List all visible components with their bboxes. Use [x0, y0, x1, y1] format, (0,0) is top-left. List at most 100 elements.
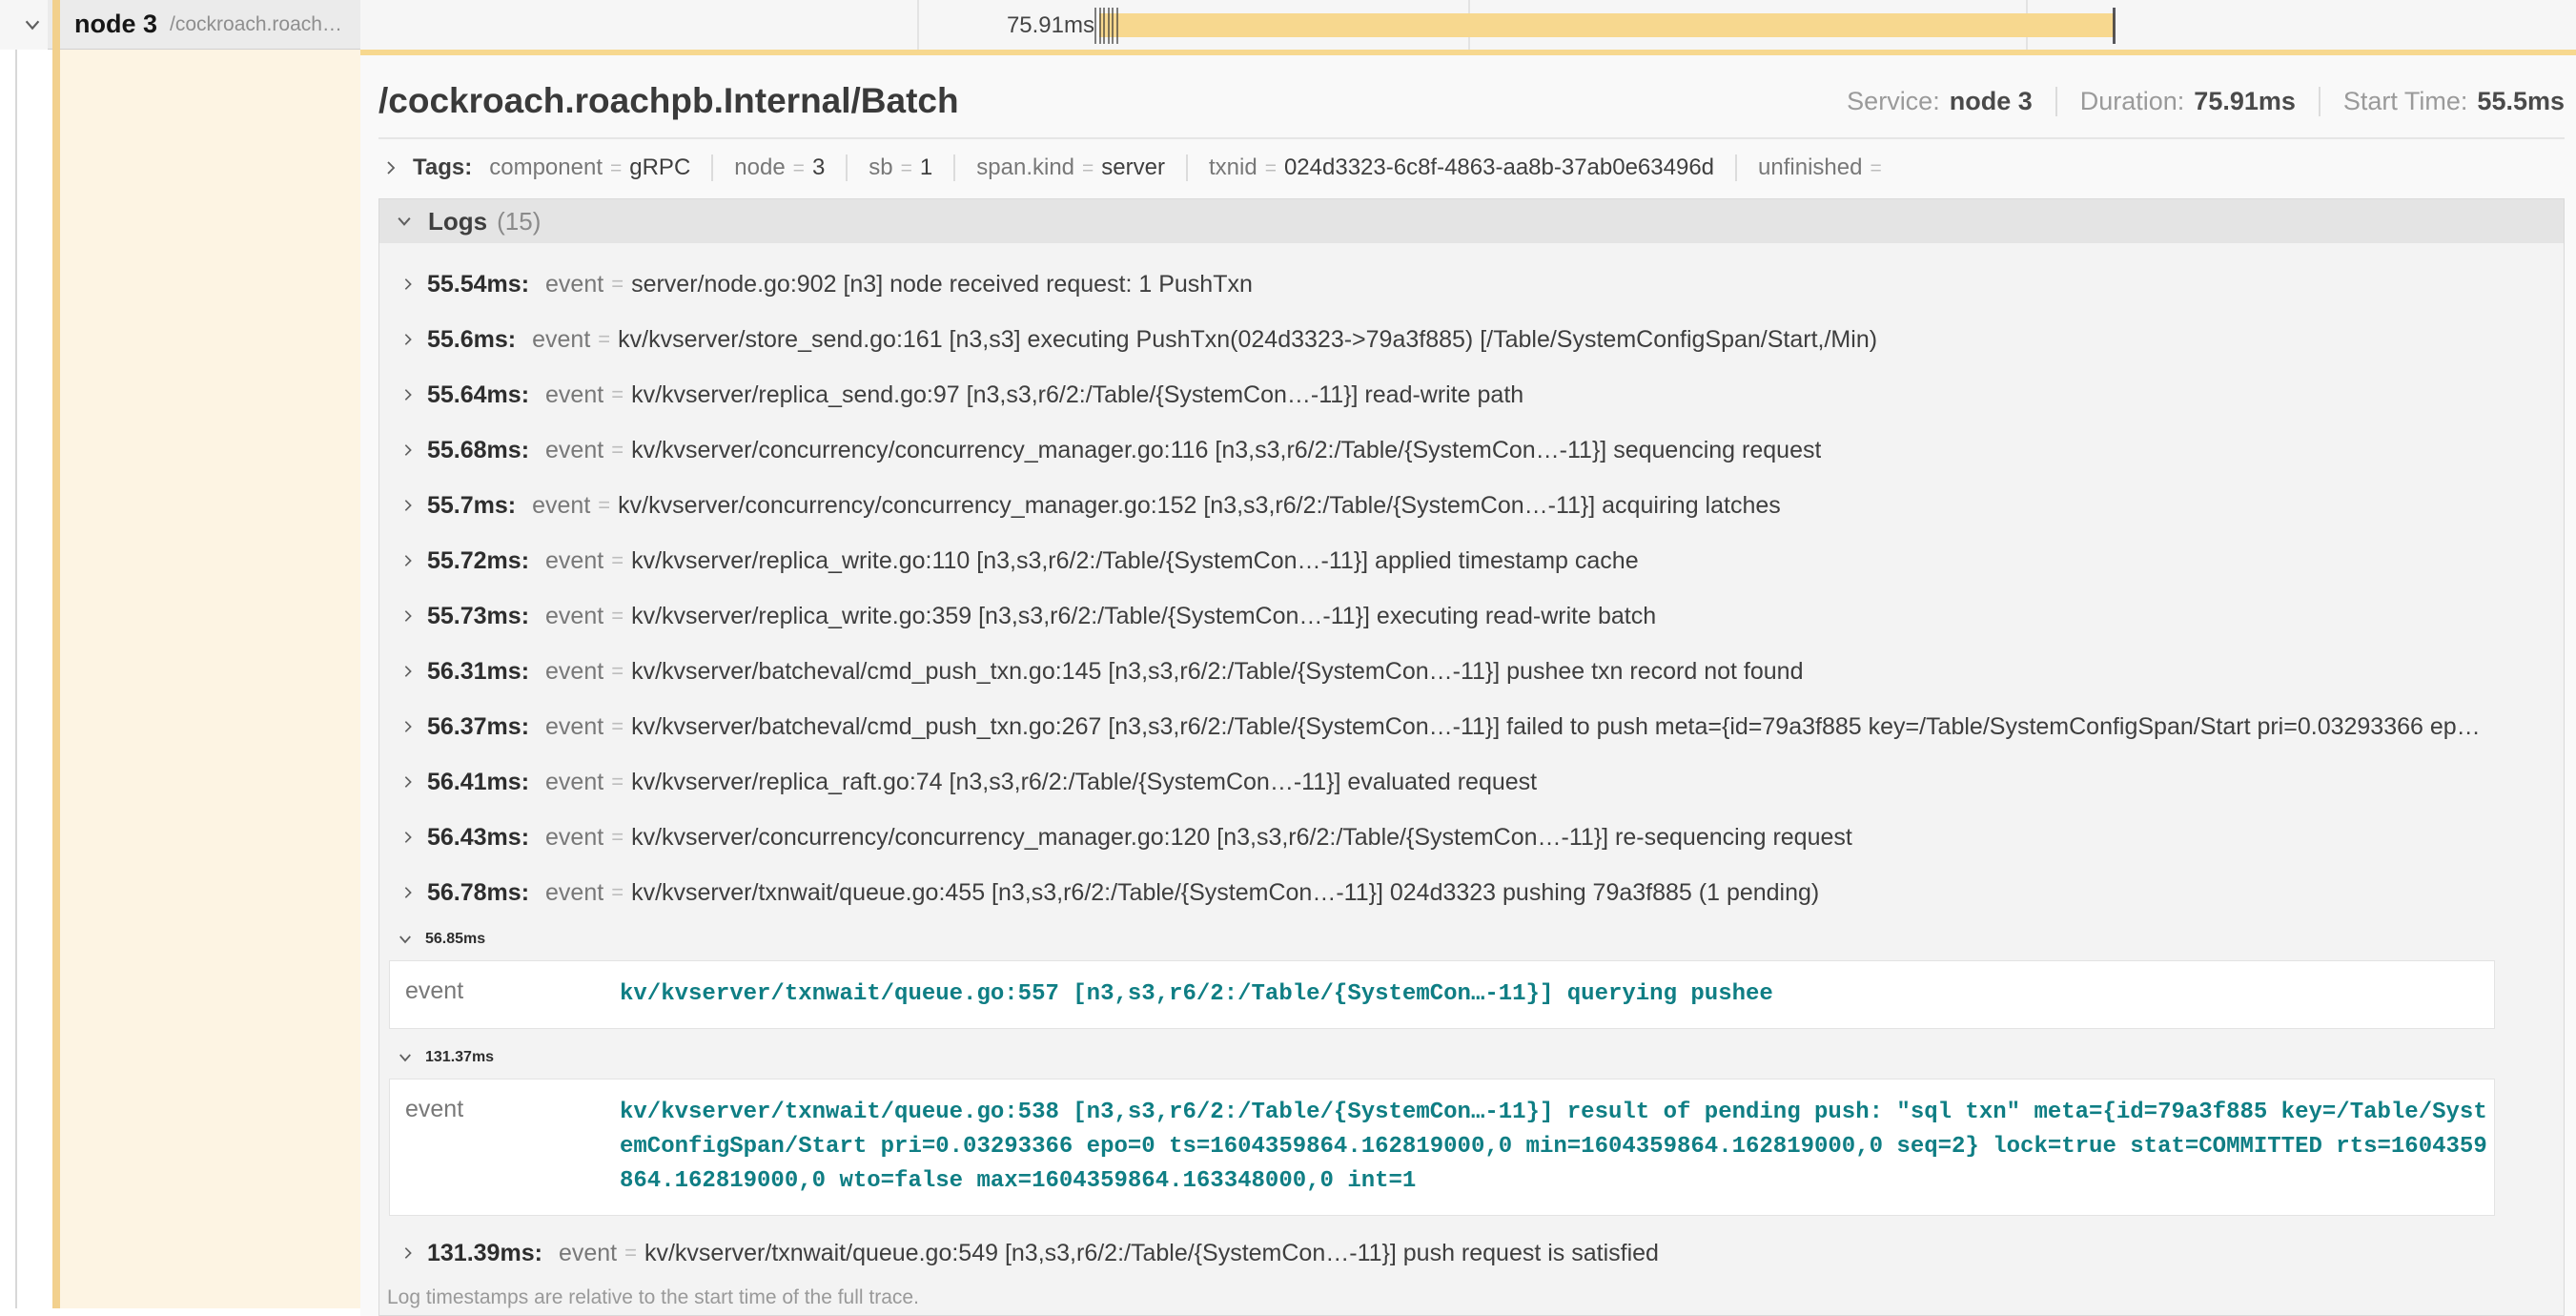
equals-sign: =: [611, 659, 624, 684]
chevron-right-icon: [400, 1245, 416, 1261]
log-entry-collapsed[interactable]: 55.68ms: event = kv/kvserver/concurrency…: [379, 422, 2564, 478]
log-entry-collapsed[interactable]: 55.72ms: event = kv/kvserver/replica_wri…: [379, 533, 2564, 588]
log-entry-collapsed[interactable]: 55.54ms: event = server/node.go:902 [n3]…: [379, 257, 2564, 312]
chevron-right-icon: [400, 387, 416, 402]
span-detail-header: /cockroach.roachpb.Internal/Batch Servic…: [378, 55, 2565, 126]
equals-sign: =: [598, 327, 610, 352]
chevron-right-icon: [400, 608, 416, 624]
equals-sign: =: [901, 157, 912, 180]
chevron-right-icon: [400, 830, 416, 845]
log-message: kv/kvserver/txnwait/queue.go:549 [n3,s3,…: [644, 1240, 1659, 1267]
log-timestamp: 55.68ms:: [427, 437, 529, 464]
chevron-right-icon: [400, 719, 416, 734]
timeline-header-row: node 3 /cockroach.roach… 75.91ms: [0, 0, 2576, 50]
span-operation-name: /cockroach.roach…: [170, 13, 342, 36]
log-field-key: event: [545, 879, 603, 907]
equals-sign: =: [1265, 157, 1277, 180]
log-field-key: event: [545, 271, 603, 298]
tag-value: 3: [812, 154, 825, 181]
log-message: kv/kvserver/concurrency/concurrency_mana…: [631, 824, 1852, 852]
equals-sign: =: [624, 1241, 637, 1265]
log-message: kv/kvserver/txnwait/queue.go:455 [n3,s3,…: [631, 879, 1819, 907]
span-overview: Service: node 3 Duration: 75.91ms Start …: [1847, 87, 2565, 116]
row-gutter-divider: [15, 0, 17, 1308]
equals-sign: =: [611, 548, 624, 573]
chevron-down-icon[interactable]: [22, 14, 43, 35]
log-entry-toggle[interactable]: 56.85ms: [379, 920, 2564, 958]
chevron-down-icon: [395, 212, 414, 231]
log-marker-tick: [1094, 8, 1096, 44]
chevron-down-icon: [397, 931, 414, 948]
log-field-key: event: [545, 547, 603, 575]
log-message: kv/kvserver/concurrency/concurrency_mana…: [618, 492, 1781, 520]
chevron-right-icon: [400, 885, 416, 900]
log-entry-collapsed[interactable]: 56.43ms: event = kv/kvserver/concurrency…: [379, 810, 2564, 865]
chevron-right-icon: [400, 664, 416, 679]
log-detail-table: event kv/kvserver/txnwait/queue.go:557 […: [389, 960, 2495, 1029]
equals-sign: =: [598, 493, 610, 518]
trace-timeline-view: node 3 /cockroach.roach… 75.91ms /cockro…: [0, 0, 2576, 1316]
logs-header-toggle[interactable]: Logs (15): [379, 199, 2564, 243]
chevron-right-icon: [400, 442, 416, 458]
tags-list: component = gRPC node = 3 sb = 1 span.ki…: [489, 154, 1910, 181]
log-entries: 55.54ms: event = server/node.go:902 [n3]…: [379, 243, 2564, 1281]
log-entry-collapsed[interactable]: 55.6ms: event = kv/kvserver/store_send.g…: [379, 312, 2564, 367]
log-field-key: event: [545, 713, 603, 741]
log-marker-tick: [1116, 8, 1118, 44]
tag-value: gRPC: [629, 154, 690, 181]
log-entry-collapsed[interactable]: 56.78ms: event = kv/kvserver/txnwait/que…: [379, 865, 2564, 920]
log-marker-tick: [1103, 8, 1105, 44]
log-timestamp: 55.64ms:: [427, 381, 529, 409]
log-entry-expanded: 131.37ms event kv/kvserver/txnwait/queue…: [379, 1038, 2564, 1216]
log-marker-tick: [1108, 8, 1110, 44]
logs-footer-note: Log timestamps are relative to the start…: [379, 1281, 2564, 1315]
log-timestamp: 131.39ms:: [427, 1240, 542, 1267]
log-message: kv/kvserver/concurrency/concurrency_mana…: [631, 437, 1821, 464]
log-marker-tick: [1099, 8, 1101, 44]
log-field-key: event: [545, 769, 603, 796]
tag-item: txnid = 024d3323-6c8f-4863-aa8b-37ab0e63…: [1186, 154, 1735, 181]
tag-item: sb = 1: [846, 154, 953, 181]
chevron-right-icon: [382, 159, 399, 176]
tags-row-toggle[interactable]: Tags: component = gRPC node = 3 sb = 1 s…: [378, 141, 2565, 195]
log-timestamp: 56.37ms:: [427, 713, 529, 741]
tag-key: node: [734, 154, 785, 181]
tag-key: txnid: [1209, 154, 1257, 181]
chevron-right-icon: [400, 553, 416, 568]
log-message: kv/kvserver/store_send.go:161 [n3,s3] ex…: [618, 326, 1877, 354]
chevron-down-icon: [397, 1049, 414, 1066]
overview-service: Service: node 3: [1847, 87, 2033, 116]
log-entry-collapsed[interactable]: 55.64ms: event = kv/kvserver/replica_sen…: [379, 367, 2564, 422]
span-title: /cockroach.roachpb.Internal/Batch: [378, 81, 959, 121]
logs-count: (15): [497, 207, 541, 236]
log-field-key: event: [532, 326, 590, 354]
span-duration-label: 75.91ms: [1007, 12, 1094, 39]
log-timestamp: 131.37ms: [425, 1049, 494, 1066]
equals-sign: =: [611, 604, 624, 628]
log-entry-collapsed[interactable]: 131.39ms: event = kv/kvserver/txnwait/qu…: [379, 1225, 2564, 1281]
log-message: kv/kvserver/replica_raft.go:74 [n3,s3,r6…: [631, 769, 1537, 796]
overview-duration: Duration: 75.91ms: [2055, 87, 2296, 116]
log-field-key: event: [545, 658, 603, 686]
chevron-right-icon: [400, 774, 416, 790]
log-entry-collapsed[interactable]: 56.31ms: event = kv/kvserver/batcheval/c…: [379, 644, 2564, 699]
log-field-key: event: [390, 977, 620, 1012]
log-entry-collapsed[interactable]: 56.37ms: event = kv/kvserver/batcheval/c…: [379, 699, 2564, 754]
span-row-name[interactable]: node 3 /cockroach.roach…: [48, 0, 360, 50]
log-timestamp: 55.73ms:: [427, 603, 529, 630]
log-field-key: event: [545, 603, 603, 630]
log-field-value: kv/kvserver/txnwait/queue.go:538 [n3,s3,…: [620, 1096, 2488, 1199]
log-entry-collapsed[interactable]: 55.7ms: event = kv/kvserver/concurrency/…: [379, 478, 2564, 533]
equals-sign: =: [611, 438, 624, 463]
equals-sign: =: [611, 382, 624, 407]
log-entry-collapsed[interactable]: 56.41ms: event = kv/kvserver/replica_raf…: [379, 754, 2564, 810]
log-timestamp: 55.72ms:: [427, 547, 529, 575]
log-entry-toggle[interactable]: 131.37ms: [379, 1038, 2564, 1077]
logs-section: Logs (15) 55.54ms: event = server/node.g…: [378, 198, 2565, 1316]
log-entry-collapsed[interactable]: 55.73ms: event = kv/kvserver/replica_wri…: [379, 588, 2564, 644]
header-divider: [378, 137, 2565, 139]
log-field-key: event: [559, 1240, 617, 1267]
equals-sign: =: [611, 714, 624, 739]
tag-value: server: [1101, 154, 1165, 181]
span-duration-bar[interactable]: [1099, 13, 2115, 37]
